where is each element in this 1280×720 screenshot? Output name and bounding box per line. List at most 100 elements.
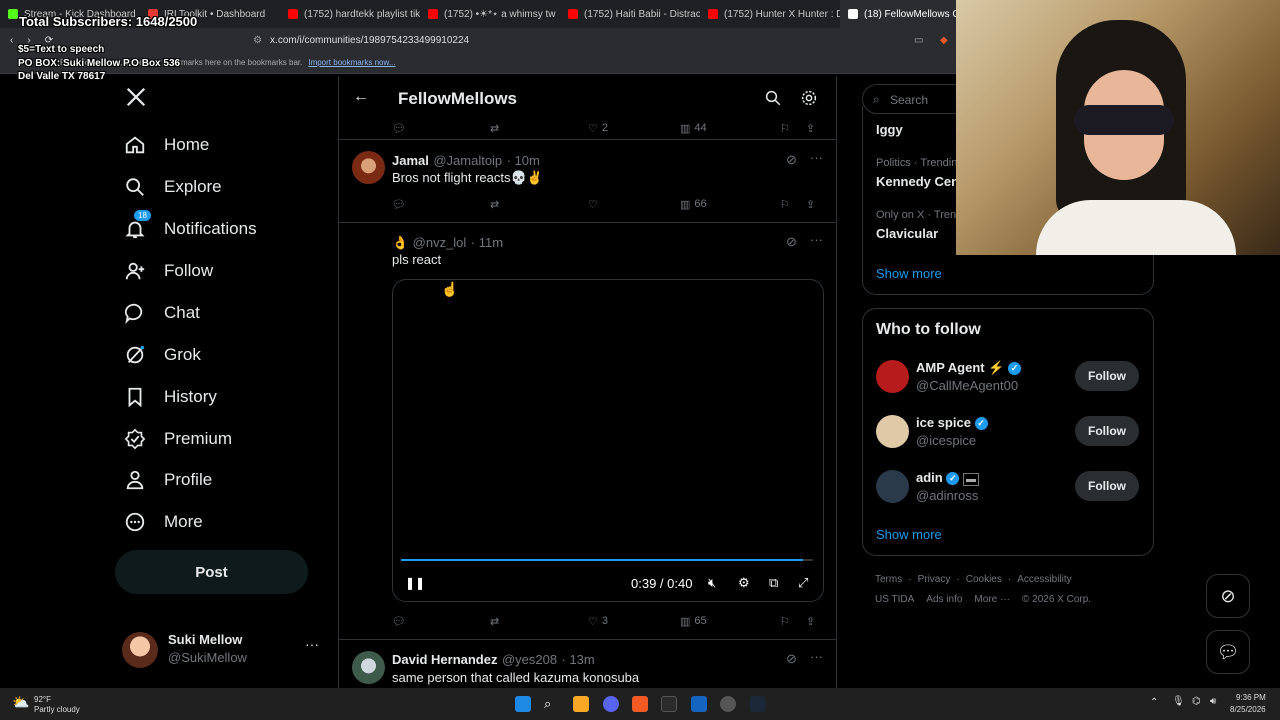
avatar[interactable] <box>352 651 385 684</box>
cast-icon[interactable]: ▭ <box>914 35 923 46</box>
app-icon[interactable] <box>720 696 736 712</box>
back-arrow-icon[interactable]: ← <box>353 88 369 106</box>
footer-link[interactable]: US TIDA <box>875 594 914 605</box>
author-name[interactable]: Jamal <box>392 153 429 168</box>
share-icon[interactable]: ⇪ <box>806 198 815 211</box>
network-icon[interactable]: ⌬ <box>1192 696 1201 707</box>
views-button[interactable]: ▥ 44 <box>680 122 780 135</box>
brave-icon[interactable]: ◆ <box>940 35 948 46</box>
footer-link[interactable]: Ads info <box>926 594 962 605</box>
suggestion-handle[interactable]: @CallMeAgent00 <box>916 378 1018 393</box>
post-button[interactable]: Post <box>115 550 308 594</box>
suggestion-name[interactable]: adin <box>916 470 943 485</box>
x-logo-icon[interactable] <box>125 86 147 108</box>
share-icon[interactable]: ⇪ <box>806 615 815 628</box>
author-handle[interactable]: @Jamaltoip <box>433 153 502 168</box>
post-time[interactable]: · 10m <box>507 153 540 168</box>
video-progress-track[interactable] <box>401 559 813 561</box>
bookmark-icon[interactable]: ⚐ <box>780 615 806 628</box>
show-more-link[interactable]: Show more <box>876 266 942 281</box>
import-bookmarks-link[interactable]: Import bookmarks now... <box>308 58 395 67</box>
bookmark-icon[interactable]: ⚐ <box>780 122 806 135</box>
app-icon[interactable] <box>691 696 707 712</box>
brave-icon[interactable] <box>632 696 648 712</box>
fullscreen-icon[interactable]: ⤢ <box>798 575 808 591</box>
reply-icon[interactable]: 💬︎ <box>392 615 490 628</box>
browser-tab[interactable]: (1752) Hunter X Hunter : Depa <box>700 0 840 28</box>
gear-icon[interactable] <box>800 89 818 107</box>
discord-icon[interactable] <box>603 696 619 712</box>
gear-icon[interactable]: ⚙ <box>738 575 750 591</box>
suggestion-name[interactable]: ice spice <box>916 415 971 430</box>
nav-chat[interactable]: Chat <box>124 302 200 324</box>
follow-suggestion[interactable]: adin ✓ ▬ @adinross Follow <box>863 467 1153 517</box>
avatar[interactable] <box>352 151 385 184</box>
volume-icon[interactable]: 🔊︎ <box>1210 696 1216 707</box>
grok-icon[interactable]: ⊘ <box>786 234 797 250</box>
site-info-icon[interactable]: ⚙ <box>253 35 262 46</box>
more-horizontal-icon[interactable]: ··· <box>810 232 823 247</box>
weather-temp[interactable]: 92°F <box>34 695 51 704</box>
avatar[interactable] <box>876 470 909 503</box>
suggestion-name[interactable]: AMP Agent ⚡ <box>916 360 1004 375</box>
nav-profile[interactable]: Profile <box>124 469 212 491</box>
browser-tab[interactable]: (1752) hardtekk playlist tiktok <box>280 0 420 28</box>
post-item[interactable]: 👌 @nvz_lol · 11m ⊘ ··· pls react ❚❚ 0:39… <box>339 223 836 640</box>
post-item[interactable]: Jamal @Jamaltoip · 10m ⊘ ··· Bros not fl… <box>339 140 836 223</box>
like-button[interactable]: ♡ 2 <box>588 122 680 135</box>
more-horizontal-icon[interactable]: ··· <box>810 150 823 165</box>
url-text[interactable]: x.com/i/communities/1989754233499910224 <box>270 35 469 46</box>
follow-button[interactable]: Follow <box>1075 361 1139 391</box>
bookmark-icon[interactable]: ⚐ <box>780 198 806 211</box>
obs-icon[interactable] <box>661 696 677 712</box>
account-switcher[interactable]: Suki Mellow @SukiMellow ··· <box>122 630 322 670</box>
steam-icon[interactable] <box>750 696 766 712</box>
microphone-icon[interactable]: 🎙︎ <box>1172 696 1185 707</box>
views-button[interactable]: ▥ 66 <box>680 198 780 211</box>
nav-grok[interactable]: Grok <box>124 344 201 366</box>
mute-icon[interactable]: 🔇︎ <box>708 575 716 591</box>
picture-in-picture-icon[interactable]: ⧉ <box>769 575 778 591</box>
browser-tab[interactable]: (1752) Haiti Babii - Distraction <box>560 0 700 28</box>
post-item[interactable]: David Hernandez @yes208 · 13m ⊘ ··· same… <box>339 640 836 688</box>
windows-start-icon[interactable] <box>515 696 531 712</box>
search-icon[interactable] <box>764 89 782 107</box>
post-time[interactable]: · 11m <box>471 235 503 250</box>
reply-icon[interactable]: 💬︎ <box>392 122 490 135</box>
views-button[interactable]: ▥ 65 <box>680 615 780 628</box>
show-more-link[interactable]: Show more <box>876 527 942 542</box>
clock-time[interactable]: 9:36 PM <box>1236 693 1266 702</box>
clock-date[interactable]: 8/25/2026 <box>1230 705 1266 714</box>
footer-link[interactable]: More ··· <box>974 594 1010 605</box>
tray-chevron-icon[interactable]: ⌃ <box>1150 697 1158 708</box>
grok-icon[interactable]: ⊘ <box>786 152 797 168</box>
footer-link[interactable]: Cookies <box>966 574 1002 585</box>
follow-button[interactable]: Follow <box>1075 416 1139 446</box>
grok-icon[interactable]: ⊘ <box>1206 574 1250 618</box>
nav-history[interactable]: History <box>124 386 217 408</box>
share-icon[interactable]: ⇪ <box>806 122 815 135</box>
grok-icon[interactable]: ⊘ <box>786 651 797 667</box>
browser-tab[interactable]: (1752) •☀︎*⋆ a whimsy tw <box>420 0 560 28</box>
avatar[interactable] <box>876 415 909 448</box>
footer-link[interactable]: Accessibility <box>1017 574 1071 585</box>
like-button[interactable]: ♡ 3 <box>588 615 680 628</box>
nav-more[interactable]: More <box>124 511 203 533</box>
footer-link[interactable]: Privacy <box>918 574 951 585</box>
pause-icon[interactable]: ❚❚ <box>405 576 425 590</box>
author-handle[interactable]: @nvz_lol <box>413 235 467 250</box>
suggestion-handle[interactable]: @adinross <box>916 488 978 503</box>
follow-suggestion[interactable]: ice spice ✓ @icespice Follow <box>863 412 1153 462</box>
trend-title[interactable]: Iggy <box>876 122 903 137</box>
author-handle[interactable]: @yes208 <box>502 652 557 667</box>
nav-notifications[interactable]: 18 Notifications <box>124 210 257 240</box>
repost-icon[interactable]: ⇄ <box>490 615 588 628</box>
avatar[interactable] <box>876 360 909 393</box>
nav-follow[interactable]: Follow <box>124 260 213 282</box>
nav-explore[interactable]: Explore <box>124 176 222 198</box>
author-name[interactable]: David Hernandez <box>392 652 497 667</box>
nav-premium[interactable]: Premium <box>124 428 232 450</box>
chat-icon[interactable]: 💬︎ <box>1206 630 1250 674</box>
footer-link[interactable]: Terms <box>875 574 902 585</box>
more-horizontal-icon[interactable]: ··· <box>810 649 823 664</box>
